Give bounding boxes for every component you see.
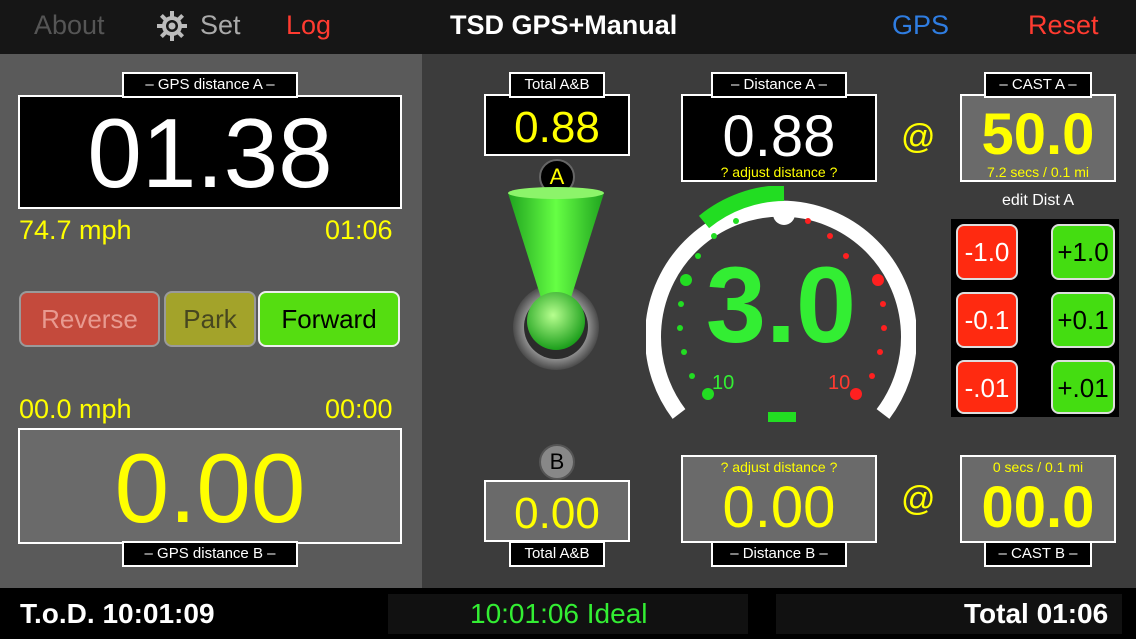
total-b-display: 0.00 <box>484 480 630 542</box>
direction-toggle[interactable] <box>500 185 612 370</box>
about-button[interactable]: About <box>34 8 105 42</box>
plus-0-01-button[interactable]: +.01 <box>1051 360 1115 414</box>
set-button[interactable]: Set <box>200 8 241 42</box>
speed-a: 74.7 mph <box>19 215 132 245</box>
distance-b-label: – Distance B – <box>711 541 847 567</box>
top-bar: About Set Log TSD GPS+Manual GPS Reset <box>0 0 1136 54</box>
ideal-time-panel: 10:01:06 Ideal <box>388 594 748 634</box>
total-a-value: 0.88 <box>514 103 600 152</box>
distance-b-value: 0.00 <box>722 475 836 540</box>
cast-b-sub: 0 secs / 0.1 mi <box>992 459 1084 475</box>
reverse-label: Reverse <box>41 304 138 334</box>
at-sign-b: @ <box>901 480 936 518</box>
gauge-value: 3.0 <box>705 244 857 365</box>
speed-b: 00.0 mph <box>19 394 132 424</box>
total-time: Total 01:06 <box>964 598 1109 629</box>
total-a-display: 0.88 <box>484 94 630 156</box>
cast-b-display[interactable]: 0 secs / 0.1 mi 00.0 <box>960 455 1116 543</box>
minus-1-button[interactable]: -1.0 <box>956 224 1018 280</box>
distance-b-display[interactable]: ? adjust distance ? 0.00 <box>681 455 877 543</box>
time-of-day: T.o.D. 10:01:09 <box>20 598 215 629</box>
cast-a-sub: 7.2 secs / 0.1 mi <box>987 164 1089 180</box>
cast-a-label: – CAST A – <box>984 72 1092 98</box>
plus-0-1-button[interactable]: +0.1 <box>1051 292 1115 348</box>
gps-distance-a-label: – GPS distance A – <box>122 72 298 98</box>
cast-a-value: 50.0 <box>981 102 1095 167</box>
edit-distance-pad: -1.0 +1.0 -0.1 +0.1 -.01 +.01 <box>951 219 1119 417</box>
time-b: 00:00 <box>325 394 393 424</box>
forward-button[interactable]: Forward <box>258 291 400 347</box>
gps-distance-b-display: 0.00 <box>18 428 402 544</box>
distance-a-value: 0.88 <box>722 104 836 169</box>
deviation-gauge: 3.0 10 10 <box>645 185 917 426</box>
total-time-panel: Total 01:06 <box>776 594 1122 634</box>
cast-b-value: 00.0 <box>981 475 1095 540</box>
forward-label: Forward <box>281 304 377 334</box>
gps-distance-a-value: 01.38 <box>87 98 333 208</box>
app-title: TSD GPS+Manual <box>450 10 678 40</box>
distance-b-adjust: ? adjust distance ? <box>720 459 838 475</box>
at-sign-a: @ <box>901 118 936 156</box>
park-button[interactable]: Park <box>164 291 256 347</box>
total-a-label: Total A&B <box>509 72 605 98</box>
distance-a-adjust: ? adjust distance ? <box>720 164 838 180</box>
reverse-button[interactable]: Reverse <box>19 291 160 347</box>
cast-b-label: – CAST B – <box>984 541 1092 567</box>
ideal-time: 10:01:06 Ideal <box>470 598 648 629</box>
gps-button[interactable]: GPS <box>892 8 949 42</box>
edit-dist-a-label: edit Dist A <box>1001 192 1075 209</box>
total-b-value: 0.00 <box>514 489 600 538</box>
gauge-right-label: 10 <box>828 372 851 394</box>
total-b-label: Total A&B <box>509 541 605 567</box>
gear-icon[interactable] <box>156 10 188 42</box>
reset-button[interactable]: Reset <box>1028 8 1099 42</box>
gps-distance-b-value: 0.00 <box>114 433 306 543</box>
gauge-minus-indicator <box>768 412 796 422</box>
park-label: Park <box>183 304 237 334</box>
log-button[interactable]: Log <box>286 8 331 42</box>
cast-a-display[interactable]: 50.0 7.2 secs / 0.1 mi <box>960 94 1116 182</box>
minus-0-01-button[interactable]: -.01 <box>956 360 1018 414</box>
gps-distance-b-label: – GPS distance B – <box>122 541 298 567</box>
gauge-left-label: 10 <box>712 372 735 394</box>
bottom-bar: T.o.D. 10:01:09 10:01:06 Ideal Total 01:… <box>0 588 1136 639</box>
distance-a-label: – Distance A – <box>711 72 847 98</box>
plus-1-button[interactable]: +1.0 <box>1051 224 1115 280</box>
minus-0-1-button[interactable]: -0.1 <box>956 292 1018 348</box>
gps-distance-a-display: 01.38 <box>18 95 402 209</box>
time-a: 01:06 <box>325 215 393 245</box>
marker-b: B <box>539 444 575 480</box>
distance-a-display[interactable]: 0.88 ? adjust distance ? <box>681 94 877 182</box>
